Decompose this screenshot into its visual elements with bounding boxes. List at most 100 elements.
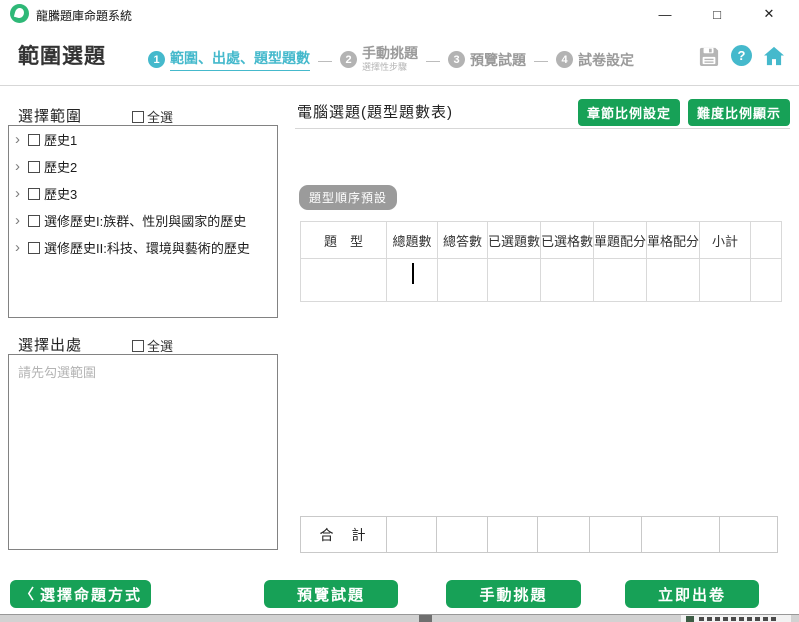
step-4-paper-settings[interactable]: 4 試卷設定 [556, 50, 634, 70]
tree-item-checkbox[interactable] [28, 134, 40, 146]
step-2-manual-pick[interactable]: 2 手動挑題 選擇性步驟 [340, 46, 418, 73]
page-title: 範圍選題 [18, 40, 106, 70]
choose-method-back-button[interactable]: 〈 選擇命題方式 [10, 580, 151, 608]
minimize-button[interactable]: — [639, 0, 691, 28]
total-cell [387, 517, 437, 553]
col-question-type: 題 型 [301, 222, 387, 259]
tree-item-label: 選修歷史II:科技、環境與藝術的歷史 [44, 238, 250, 257]
step-2-sublabel: 選擇性步驟 [362, 63, 418, 73]
header-divider [0, 85, 799, 86]
source-list-box: 請先勾選範圍 [8, 354, 278, 550]
range-select-all-checkbox[interactable] [132, 111, 144, 123]
back-button-label: 選擇命題方式 [40, 584, 142, 605]
background-titlebar-fragment [681, 615, 791, 622]
table-cell-selected-questions[interactable] [488, 259, 541, 302]
step-separator: — [534, 52, 548, 68]
total-table: 合 計 [300, 516, 778, 553]
close-button[interactable]: ✕ [743, 0, 795, 28]
total-cell [437, 517, 488, 553]
source-section-title: 選擇出處 [18, 334, 82, 355]
wizard-steps: 1 範圍、出處、題型題數 — 2 手動挑題 選擇性步驟 — 3 預覽試題 — 4… [148, 46, 634, 73]
total-cell [538, 517, 590, 553]
step-1-range[interactable]: 1 範圍、出處、題型題數 [148, 48, 310, 71]
step-4-number: 4 [556, 51, 573, 68]
table-row [301, 259, 782, 302]
help-icon[interactable]: ? [731, 45, 752, 66]
step-3-preview[interactable]: 3 預覽試題 [448, 50, 526, 70]
app-logo-icon [10, 4, 29, 23]
chevron-right-icon[interactable]: › [15, 131, 28, 148]
source-select-all-checkbox[interactable] [132, 340, 144, 352]
step-3-label: 預覽試題 [470, 50, 526, 70]
main-panel-title: 電腦選題(題型題數表) [297, 101, 453, 122]
step-1-label: 範圍、出處、題型題數 [170, 48, 310, 71]
step-separator: — [426, 52, 440, 68]
table-cell-total-answers[interactable] [438, 259, 488, 302]
tree-item-label: 歷史1 [44, 130, 77, 149]
table-cell-points-per-cell[interactable] [647, 259, 700, 302]
table-cell-total-questions[interactable] [387, 259, 438, 302]
step-3-number: 3 [448, 51, 465, 68]
col-points-per-cell: 單格配分 [647, 222, 700, 259]
home-icon[interactable] [763, 46, 785, 66]
preview-questions-button[interactable]: 預覽試題 [264, 580, 398, 608]
difficulty-ratio-button[interactable]: 難度比例顯示 [688, 99, 790, 126]
col-empty [751, 222, 782, 259]
step-2-label: 手動挑題 [362, 46, 418, 61]
maximize-button[interactable]: □ [691, 0, 743, 28]
generate-paper-button[interactable]: 立即出卷 [625, 580, 759, 608]
chevron-right-icon[interactable]: › [15, 185, 28, 202]
tree-item-label: 歷史3 [44, 184, 77, 203]
col-total-answers: 總答數 [438, 222, 488, 259]
total-cell [642, 517, 720, 553]
total-cell [590, 517, 642, 553]
window-title: 龍騰題庫命題系統 [36, 7, 132, 24]
chevron-left-icon: 〈 [20, 584, 34, 604]
tree-item-elective1[interactable]: › 選修歷史I:族群、性別與國家的歷史 [9, 207, 277, 234]
total-cell [720, 517, 778, 553]
title-bar: 龍騰題庫命題系統 — □ ✕ [0, 0, 799, 28]
source-select-all-label: 全選 [147, 336, 173, 355]
source-placeholder-text: 請先勾選範圍 [9, 355, 277, 388]
chapter-ratio-button[interactable]: 章節比例設定 [578, 99, 680, 126]
table-cell-points-per-question[interactable] [594, 259, 647, 302]
tree-item-label: 選修歷史I:族群、性別與國家的歷史 [44, 211, 246, 230]
table-cell-selected-cells[interactable] [541, 259, 594, 302]
source-select-all[interactable]: 全選 [132, 336, 173, 355]
step-separator: — [318, 52, 332, 68]
tree-item-history1[interactable]: › 歷史1 [9, 126, 277, 153]
tree-item-elective2[interactable]: › 選修歷史II:科技、環境與藝術的歷史 [9, 234, 277, 261]
tree-item-checkbox[interactable] [28, 188, 40, 200]
table-cell-empty[interactable] [751, 259, 782, 302]
table-cell-subtotal[interactable] [700, 259, 751, 302]
range-select-all[interactable]: 全選 [132, 107, 173, 126]
chevron-right-icon[interactable]: › [15, 158, 28, 175]
col-selected-questions: 已選題數 [488, 222, 541, 259]
main-panel-divider [295, 128, 790, 129]
text-caret [412, 263, 414, 284]
range-tree-box: › 歷史1 › 歷史2 › 歷史3 › 選修歷史I:族群、性別與國家的歷史 › … [8, 125, 278, 318]
table-cell-question-type[interactable] [301, 259, 387, 302]
background-scrollbar-fragment [419, 615, 432, 622]
chevron-right-icon[interactable]: › [15, 212, 28, 229]
question-order-preset-button[interactable]: 題型順序預設 [299, 185, 397, 210]
step-2-number: 2 [340, 51, 357, 68]
window-controls: — □ ✕ [639, 0, 795, 28]
tree-item-checkbox[interactable] [28, 161, 40, 173]
step-1-number: 1 [148, 51, 165, 68]
tree-item-checkbox[interactable] [28, 215, 40, 227]
manual-pick-button[interactable]: 手動挑題 [446, 580, 581, 608]
col-total-questions: 總題數 [387, 222, 438, 259]
col-points-per-question: 單題配分 [594, 222, 647, 259]
tree-item-checkbox[interactable] [28, 242, 40, 254]
app-window: 龍騰題庫命題系統 — □ ✕ 範圍選題 1 範圍、出處、題型題數 — 2 手動挑… [0, 0, 799, 622]
question-type-table: 題 型 總題數 總答數 已選題數 已選格數 單題配分 單格配分 小計 [300, 221, 782, 302]
col-selected-cells: 已選格數 [541, 222, 594, 259]
total-cell [488, 517, 538, 553]
step-4-label: 試卷設定 [578, 50, 634, 70]
tree-item-history2[interactable]: › 歷史2 [9, 153, 277, 180]
tree-item-history3[interactable]: › 歷史3 [9, 180, 277, 207]
background-window-sliver [0, 614, 799, 622]
save-icon[interactable] [698, 46, 720, 66]
chevron-right-icon[interactable]: › [15, 239, 28, 256]
